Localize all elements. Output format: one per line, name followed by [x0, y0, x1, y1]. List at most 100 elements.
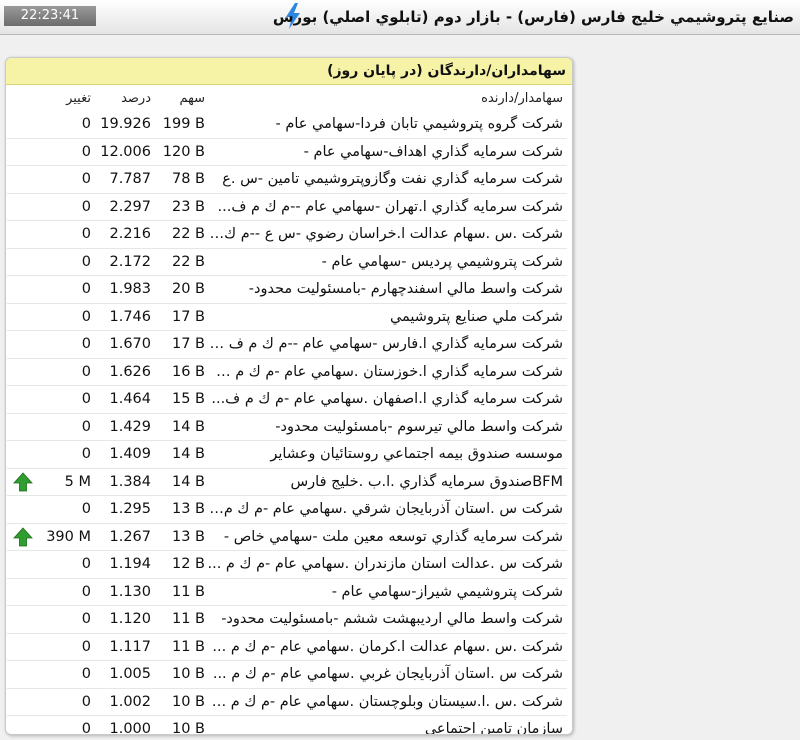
shares-cell: 11 B [155, 605, 207, 634]
change-arrow-cell [7, 220, 39, 249]
table-row[interactable]: 0 12.006 120 B شركت سرمايه گذاري اهداف-سهام… [7, 138, 567, 166]
shares-cell: 13 B [155, 523, 207, 551]
holder-name-cell: شركت .س .ا.سيستان وبلوچستان .سهامي عام -… [207, 688, 567, 716]
percent-cell: 1.295 [95, 495, 155, 524]
change-cell: 0 [39, 495, 95, 524]
holder-name-cell: شركت پتروشيمي پرديس -سهامي عام - [207, 248, 567, 276]
holder-name-cell: شركت سرمايه گذاري ا.خوزستان .سهامي عام -… [207, 358, 567, 386]
percent-cell: 1.267 [95, 523, 155, 551]
table-row[interactable]: 0 1.464 15 B شركت سرمايه گذاري ا.اصفهان .سه… [7, 385, 567, 414]
shares-column-header[interactable]: سهم [155, 85, 207, 111]
shares-cell: 14 B [155, 468, 207, 496]
holder-name-cell: شركت س .عدالت استان مازندران .سهامي عام … [207, 550, 567, 579]
change-arrow-cell [7, 550, 39, 579]
holder-name-cell: شركت واسط مالي اسفندچهارم -بامسئوليت محد… [207, 275, 567, 304]
percent-cell: 1.002 [95, 688, 155, 716]
change-arrow-cell [7, 495, 39, 524]
holder-name-cell: شركت گروه پتروشيمي تابان فردا-سهامي عام … [207, 111, 567, 139]
change-arrow-cell [7, 248, 39, 276]
change-cell: 0 [39, 303, 95, 331]
shares-cell: 22 B [155, 248, 207, 276]
change-cell: 0 [39, 248, 95, 276]
table-row[interactable]: 0 1.626 16 B شركت سرمايه گذاري ا.خوزستان .س… [7, 358, 567, 386]
table-row[interactable]: 0 1.409 14 B موسسه صندوق بيمه اجتماعي روستا… [7, 440, 567, 469]
change-arrow-cell [7, 605, 39, 634]
shares-cell: 15 B [155, 385, 207, 414]
change-arrow-cell [7, 330, 39, 359]
percent-cell: 2.297 [95, 193, 155, 221]
table-row[interactable]: 0 1.005 10 B شركت س .استان آذربايجان غربي .… [7, 660, 567, 689]
table-row[interactable]: 0 2.172 22 B شركت پتروشيمي پرديس -سهامي عام… [7, 248, 567, 276]
table-header-row: تغيير درصد سهم سهامدار/دارنده [7, 85, 567, 111]
percent-cell: 1.746 [95, 303, 155, 331]
percent-cell: 1.194 [95, 550, 155, 579]
percent-cell: 2.216 [95, 220, 155, 249]
percent-cell: 1.429 [95, 413, 155, 441]
holder-column-header[interactable]: سهامدار/دارنده [207, 85, 567, 111]
shares-cell: 11 B [155, 578, 207, 606]
table-row[interactable]: 0 2.216 22 B شركت .س .سهام عدالت ا.خراسان ر… [7, 220, 567, 249]
shares-cell: 11 B [155, 633, 207, 661]
shares-cell: 78 B [155, 165, 207, 194]
table-row[interactable]: 0 1.983 20 B شركت واسط مالي اسفندچهارم -بام… [7, 275, 567, 304]
shareholders-table: تغيير درصد سهم سهامدار/دارنده 0 19.926 199… [7, 85, 567, 734]
table-row[interactable]: 0 19.926 199 B شركت گروه پتروشيمي تابان فرد… [7, 111, 567, 139]
change-arrow-cell [7, 715, 39, 734]
table-row[interactable]: 0 1.194 12 B شركت س .عدالت استان مازندران .… [7, 550, 567, 579]
up-arrow-icon [13, 472, 33, 492]
shares-cell: 120 B [155, 138, 207, 166]
change-cell: 0 [39, 193, 95, 221]
percent-cell: 1.117 [95, 633, 155, 661]
change-cell: 390 M [39, 523, 95, 551]
change-cell: 0 [39, 220, 95, 249]
holder-name-cell: شركت واسط مالي ارديبهشت ششم -بامسئوليت م… [207, 605, 567, 634]
change-cell: 0 [39, 165, 95, 194]
table-row[interactable]: 0 1.117 11 B شركت .س .سهام عدالت ا.كرمان .س… [7, 633, 567, 661]
shareholders-panel: سهامداران/دارندگان (در پايان روز) تغيير … [5, 57, 573, 735]
up-arrow-icon [13, 527, 33, 547]
change-arrow-cell [7, 385, 39, 414]
change-arrow-cell [7, 358, 39, 386]
shares-cell: 22 B [155, 220, 207, 249]
percent-cell: 2.172 [95, 248, 155, 276]
holder-name-cell: شركت واسط مالي تيرسوم -بامسئوليت محدود- [207, 413, 567, 441]
percent-cell: 1.464 [95, 385, 155, 414]
table-row[interactable]: 390 M 1.267 13 B شركت سرمايه گذاري توسعه مع… [7, 523, 567, 551]
change-cell: 0 [39, 688, 95, 716]
table-row[interactable]: 0 1.002 10 B شركت .س .ا.سيستان وبلوچستان .س… [7, 688, 567, 716]
table-row[interactable]: 0 1.000 10 B سازمان تامين اجتماعي [7, 715, 567, 734]
table-row[interactable]: 0 1.130 11 B شركت پتروشيمي شيراز-سهامي عام … [7, 578, 567, 606]
percent-cell: 1.983 [95, 275, 155, 304]
change-cell: 0 [39, 330, 95, 359]
percent-cell: 1.626 [95, 358, 155, 386]
table-row[interactable]: 5 M 1.384 14 B BFMصندوق سرمايه گذاري .ا.ب .… [7, 468, 567, 496]
percent-column-header[interactable]: درصد [95, 85, 155, 111]
table-row[interactable]: 0 1.746 17 B شركت ملي صنايع پتروشيمي [7, 303, 567, 331]
table-row[interactable]: 0 1.295 13 B شركت س .استان آذربايجان شرقي .… [7, 495, 567, 524]
table-row[interactable]: 0 2.297 23 B شركت سرمايه گذاري ا.تهران -سها… [7, 193, 567, 221]
holder-name-cell: موسسه صندوق بيمه اجتماعي روستائيان وعشاي… [207, 440, 567, 469]
percent-cell: 1.409 [95, 440, 155, 469]
holder-name-cell: شركت سرمايه گذاري اهداف-سهامي عام - [207, 138, 567, 166]
panel-title: سهامداران/دارندگان (در پايان روز) [6, 58, 572, 85]
shares-cell: 10 B [155, 688, 207, 716]
change-arrow-cell [7, 578, 39, 606]
table-row[interactable]: 0 1.670 17 B شركت سرمايه گذاري ا.فارس -سهام… [7, 330, 567, 359]
table-row[interactable]: 0 7.787 78 B شركت سرمايه گذاري نفت وگازوپتر… [7, 165, 567, 194]
shares-cell: 23 B [155, 193, 207, 221]
percent-cell: 1.120 [95, 605, 155, 634]
shares-cell: 14 B [155, 440, 207, 469]
change-column-header[interactable]: تغيير [39, 85, 95, 111]
table-row[interactable]: 0 1.429 14 B شركت واسط مالي تيرسوم -بامسئول… [7, 413, 567, 441]
holder-name-cell: BFMصندوق سرمايه گذاري .ا.ب .خليج فارس [207, 468, 567, 496]
holder-name-cell: سازمان تامين اجتماعي [207, 715, 567, 734]
percent-cell: 1.005 [95, 660, 155, 689]
holder-name-cell: شركت سرمايه گذاري ا.تهران -سهامي عام --م… [207, 193, 567, 221]
change-cell: 5 M [39, 468, 95, 496]
change-arrow-cell [7, 413, 39, 441]
change-arrow-cell [7, 633, 39, 661]
shares-cell: 14 B [155, 413, 207, 441]
change-arrow-cell [7, 688, 39, 716]
table-row[interactable]: 0 1.120 11 B شركت واسط مالي ارديبهشت ششم -ب… [7, 605, 567, 634]
holder-name-cell: شركت س .استان آذربايجان غربي .سهامي عام … [207, 660, 567, 689]
